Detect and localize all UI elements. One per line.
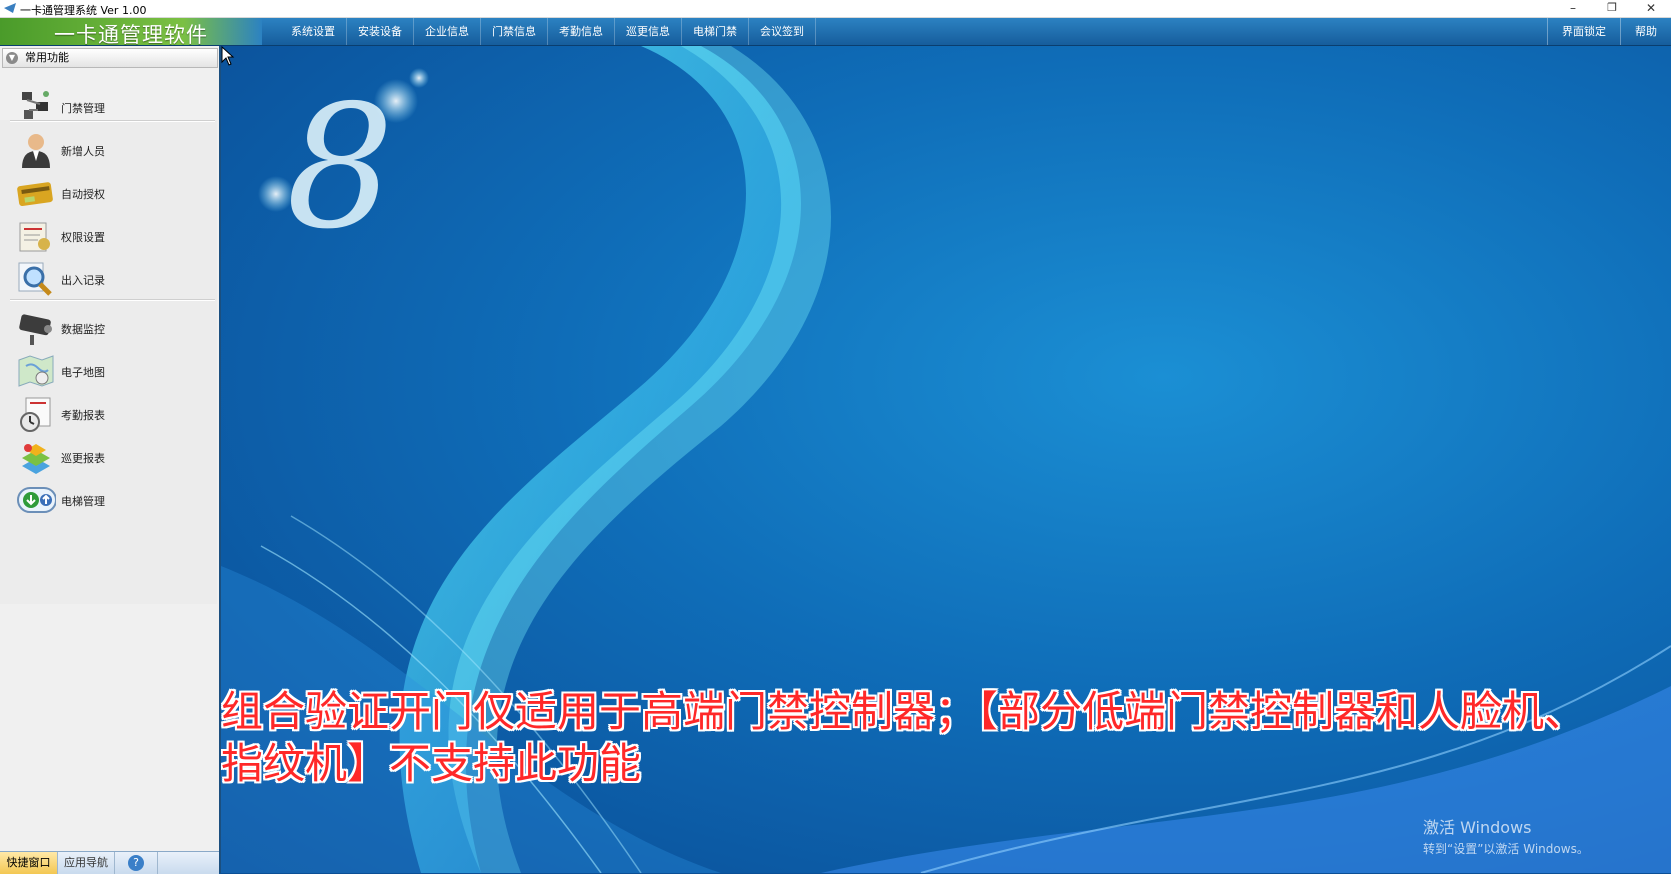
sidebar-bottom-tabs: 快捷窗口 应用导航 ? bbox=[0, 851, 219, 874]
menu-patrol-info[interactable]: 巡更信息 bbox=[615, 18, 682, 45]
menu-install-devices[interactable]: 安装设备 bbox=[347, 18, 414, 45]
camera-icon bbox=[19, 314, 52, 345]
menu-elevator-access[interactable]: 电梯门禁 bbox=[682, 18, 749, 45]
sidebar-item-add-person[interactable]: 新增人员 bbox=[14, 129, 204, 171]
watermark-line-2: 转到“设置”以激活 Windows。 bbox=[1423, 842, 1589, 856]
menu-access-info[interactable]: 门禁信息 bbox=[481, 18, 548, 45]
elevator-icon bbox=[17, 487, 56, 513]
help-icon: ? bbox=[128, 855, 144, 871]
menu-company-info[interactable]: 企业信息 bbox=[414, 18, 481, 45]
sidebar-item-label: 权限设置 bbox=[61, 231, 105, 244]
close-button[interactable]: ✕ bbox=[1634, 0, 1668, 17]
menu-meeting-checkin[interactable]: 会议签到 bbox=[749, 18, 816, 45]
sidebar-item-patrol-report[interactable]: 巡更报表 bbox=[14, 436, 204, 478]
brand-title: 一卡通管理软件 bbox=[54, 23, 208, 47]
sidebar-item-label: 门禁管理 bbox=[61, 102, 105, 115]
sidebar-item-label: 电梯管理 bbox=[61, 495, 105, 508]
menu-system-settings[interactable]: 系统设置 bbox=[280, 18, 347, 45]
main-background: 8 组合验证开门仅适用于高端门禁控制器；【部分低端门禁控制器和人脸机、 指纹机】… bbox=[221, 46, 1671, 873]
sidebar-item-data-monitor[interactable]: 数据监控 bbox=[14, 307, 204, 349]
menu-right: 界面锁定 帮助 bbox=[1547, 18, 1671, 45]
sidebar-item-access-records[interactable]: 出入记录 bbox=[14, 258, 204, 300]
sidebar: ▼ 常用功能 门禁管理 新增人员 自动授权 权限设置 出入记录 数据监控 电子地… bbox=[0, 46, 221, 874]
title-bar: 一卡通管理系统 Ver 1.00 – ❐ ✕ bbox=[0, 0, 1671, 18]
window-title: 一卡通管理系统 Ver 1.00 bbox=[20, 4, 147, 17]
tab-app-navigation[interactable]: 应用导航 bbox=[58, 852, 115, 874]
sidebar-item-label: 自动授权 bbox=[61, 188, 105, 201]
sidebar-item-label: 出入记录 bbox=[61, 274, 105, 287]
divider bbox=[10, 299, 215, 301]
activation-watermark: 激活 Windows 转到“设置”以激活 Windows。 bbox=[1423, 814, 1589, 857]
sidebar-item-auto-authorize[interactable]: 自动授权 bbox=[14, 172, 204, 214]
help-tab[interactable]: ? bbox=[115, 852, 158, 874]
menu-help[interactable]: 帮助 bbox=[1620, 18, 1671, 45]
card-icon bbox=[17, 182, 53, 207]
sidebar-item-e-map[interactable]: 电子地图 bbox=[14, 350, 204, 392]
magnifier-icon bbox=[18, 262, 52, 296]
watermark-line-1: 激活 Windows bbox=[1423, 818, 1532, 837]
sidebar-item-label: 数据监控 bbox=[61, 323, 105, 336]
sidebar-item-label: 电子地图 bbox=[61, 366, 105, 379]
mouse-cursor-icon bbox=[221, 46, 235, 66]
instruction-caption: 组合验证开门仅适用于高端门禁控制器；【部分低端门禁控制器和人脸机、 指纹机】不支… bbox=[221, 687, 1587, 788]
menu-attendance-info[interactable]: 考勤信息 bbox=[548, 18, 615, 45]
person-icon bbox=[22, 134, 50, 168]
sidebar-header-label: 常用功能 bbox=[25, 51, 69, 64]
sidebar-item-label: 新增人员 bbox=[61, 145, 105, 158]
patrol-report-icon bbox=[22, 444, 50, 474]
logo-8: 8 bbox=[286, 69, 394, 267]
menu-lock-interface[interactable]: 界面锁定 bbox=[1547, 18, 1620, 45]
sidebar-header[interactable]: ▼ 常用功能 bbox=[2, 48, 218, 68]
sidebar-item-access-management[interactable]: 门禁管理 bbox=[14, 86, 204, 128]
app-icon bbox=[4, 3, 16, 13]
menu-bar: 一卡通管理软件 系统设置 安装设备 企业信息 门禁信息 考勤信息 巡更信息 电梯… bbox=[0, 18, 1671, 47]
clock-report-icon bbox=[20, 397, 51, 432]
minimize-button[interactable]: – bbox=[1556, 0, 1590, 17]
access-control-icon bbox=[22, 91, 49, 119]
tab-quick-window[interactable]: 快捷窗口 bbox=[0, 852, 58, 874]
sidebar-item-label: 考勤报表 bbox=[61, 409, 105, 422]
chevron-down-icon[interactable]: ▼ bbox=[6, 52, 18, 64]
menu-items: 系统设置 安装设备 企业信息 门禁信息 考勤信息 巡更信息 电梯门禁 会议签到 bbox=[280, 18, 816, 45]
restore-button[interactable]: ❐ bbox=[1595, 0, 1629, 17]
permission-icon bbox=[19, 222, 50, 252]
sidebar-item-permission-settings[interactable]: 权限设置 bbox=[14, 215, 204, 257]
brand-banner: 一卡通管理软件 bbox=[0, 18, 262, 47]
sidebar-item-label: 巡更报表 bbox=[61, 452, 105, 465]
sidebar-item-elevator-management[interactable]: 电梯管理 bbox=[14, 479, 204, 521]
map-icon bbox=[18, 355, 54, 387]
sidebar-item-attendance-report[interactable]: 考勤报表 bbox=[14, 393, 204, 435]
